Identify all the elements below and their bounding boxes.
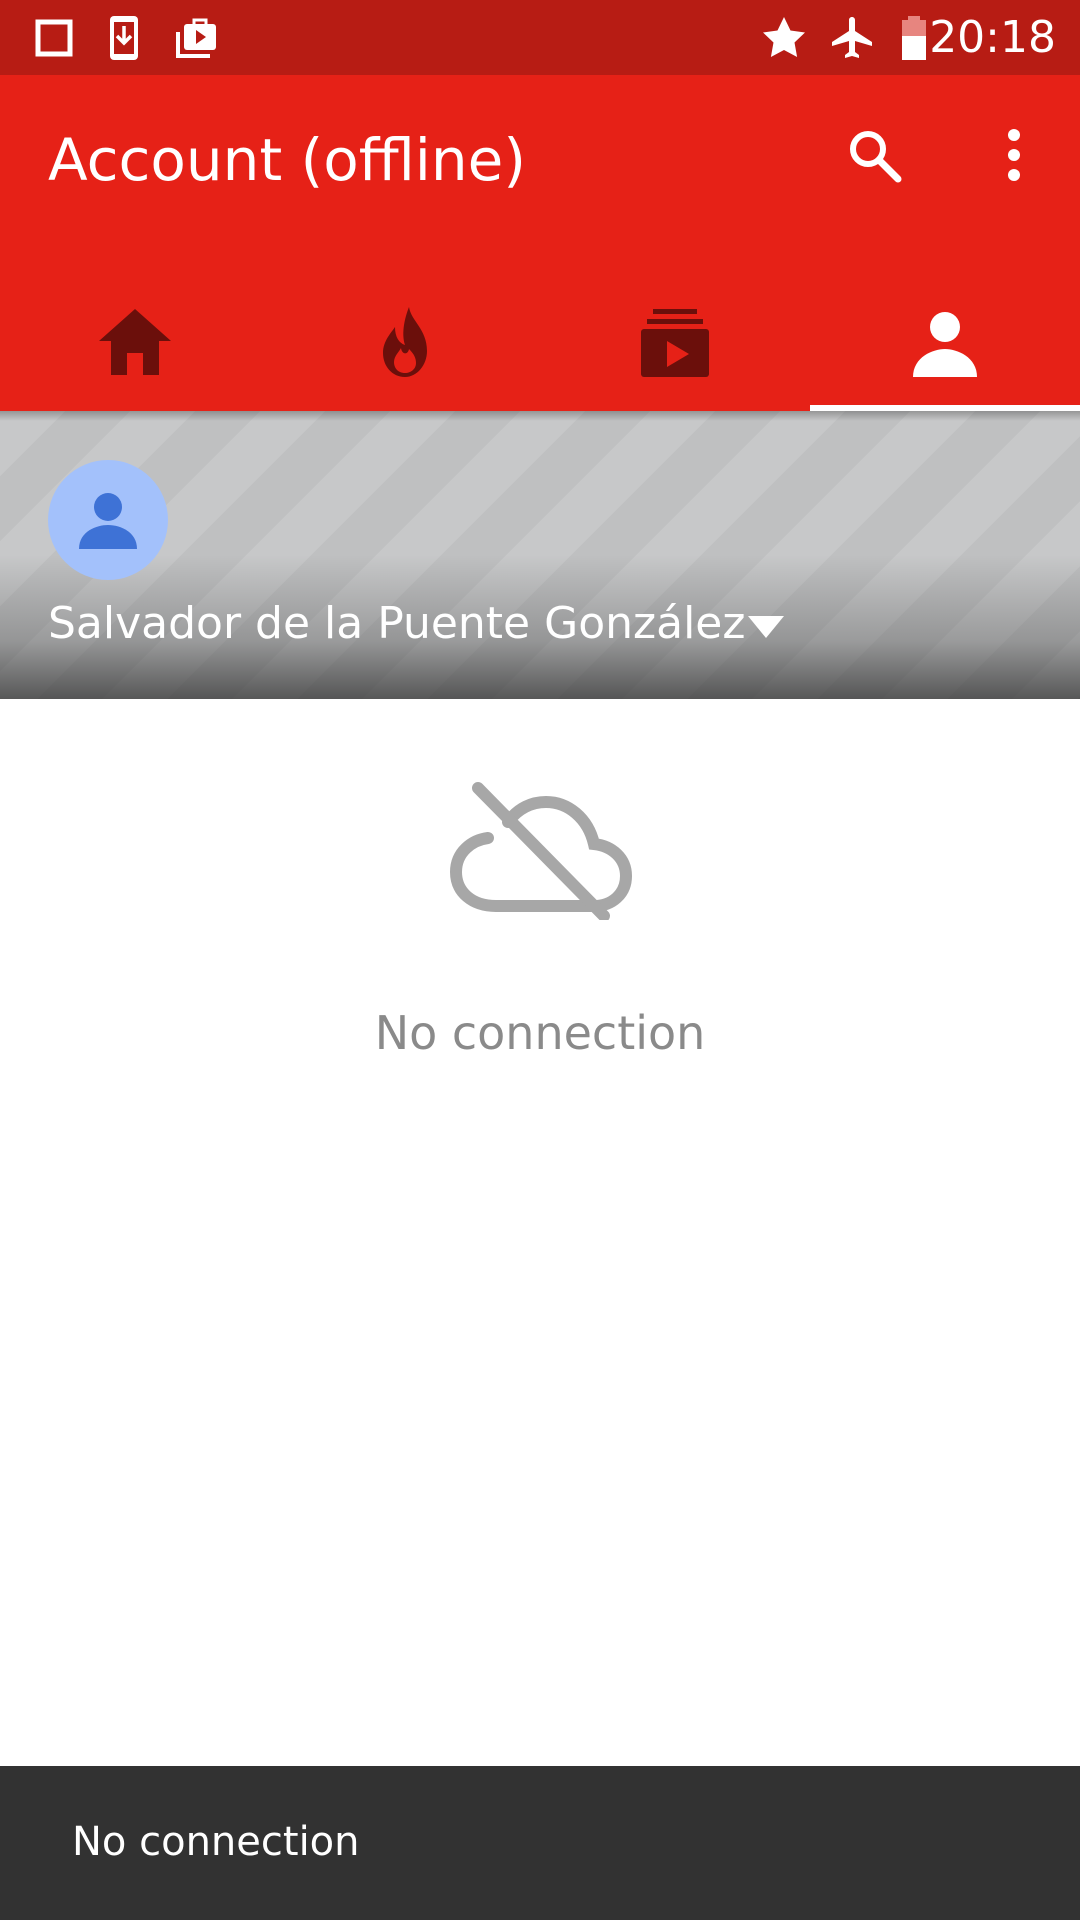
download-notification-icon bbox=[110, 16, 138, 60]
more-vert-icon bbox=[1008, 129, 1020, 181]
empty-state-message: No connection bbox=[374, 1006, 706, 1060]
media-notification-icon bbox=[176, 18, 216, 58]
search-icon bbox=[850, 131, 902, 183]
snackbar: No connection bbox=[0, 1766, 1080, 1920]
square-notification-icon bbox=[35, 19, 73, 57]
tab-account[interactable] bbox=[810, 275, 1080, 411]
subscriptions-icon bbox=[641, 309, 709, 377]
search-button[interactable] bbox=[844, 125, 904, 185]
status-time: 20:18 bbox=[929, 12, 1056, 63]
home-icon bbox=[99, 309, 171, 375]
status-bar: 20:18 bbox=[0, 0, 1080, 75]
tab-home[interactable] bbox=[0, 275, 270, 411]
snackbar-message: No connection bbox=[72, 1819, 360, 1865]
account-name[interactable]: Salvador de la Puente González bbox=[48, 594, 745, 654]
trending-icon bbox=[383, 307, 427, 377]
page-title: Account (offline) bbox=[48, 126, 526, 194]
account-dropdown-icon[interactable] bbox=[744, 612, 788, 642]
more-options-button[interactable] bbox=[984, 125, 1044, 185]
account-header bbox=[0, 411, 1080, 699]
person-icon bbox=[79, 493, 137, 549]
tab-trending[interactable] bbox=[270, 275, 540, 411]
avatar[interactable] bbox=[48, 460, 168, 580]
app-bar-shadow bbox=[0, 411, 1080, 421]
cloud-off-icon bbox=[449, 782, 632, 920]
account-icon bbox=[913, 312, 977, 377]
star-icon bbox=[763, 17, 805, 57]
tab-subscriptions[interactable] bbox=[540, 275, 810, 411]
app-bar: Account (offline) bbox=[0, 75, 1080, 411]
airplane-mode-icon bbox=[832, 17, 872, 58]
